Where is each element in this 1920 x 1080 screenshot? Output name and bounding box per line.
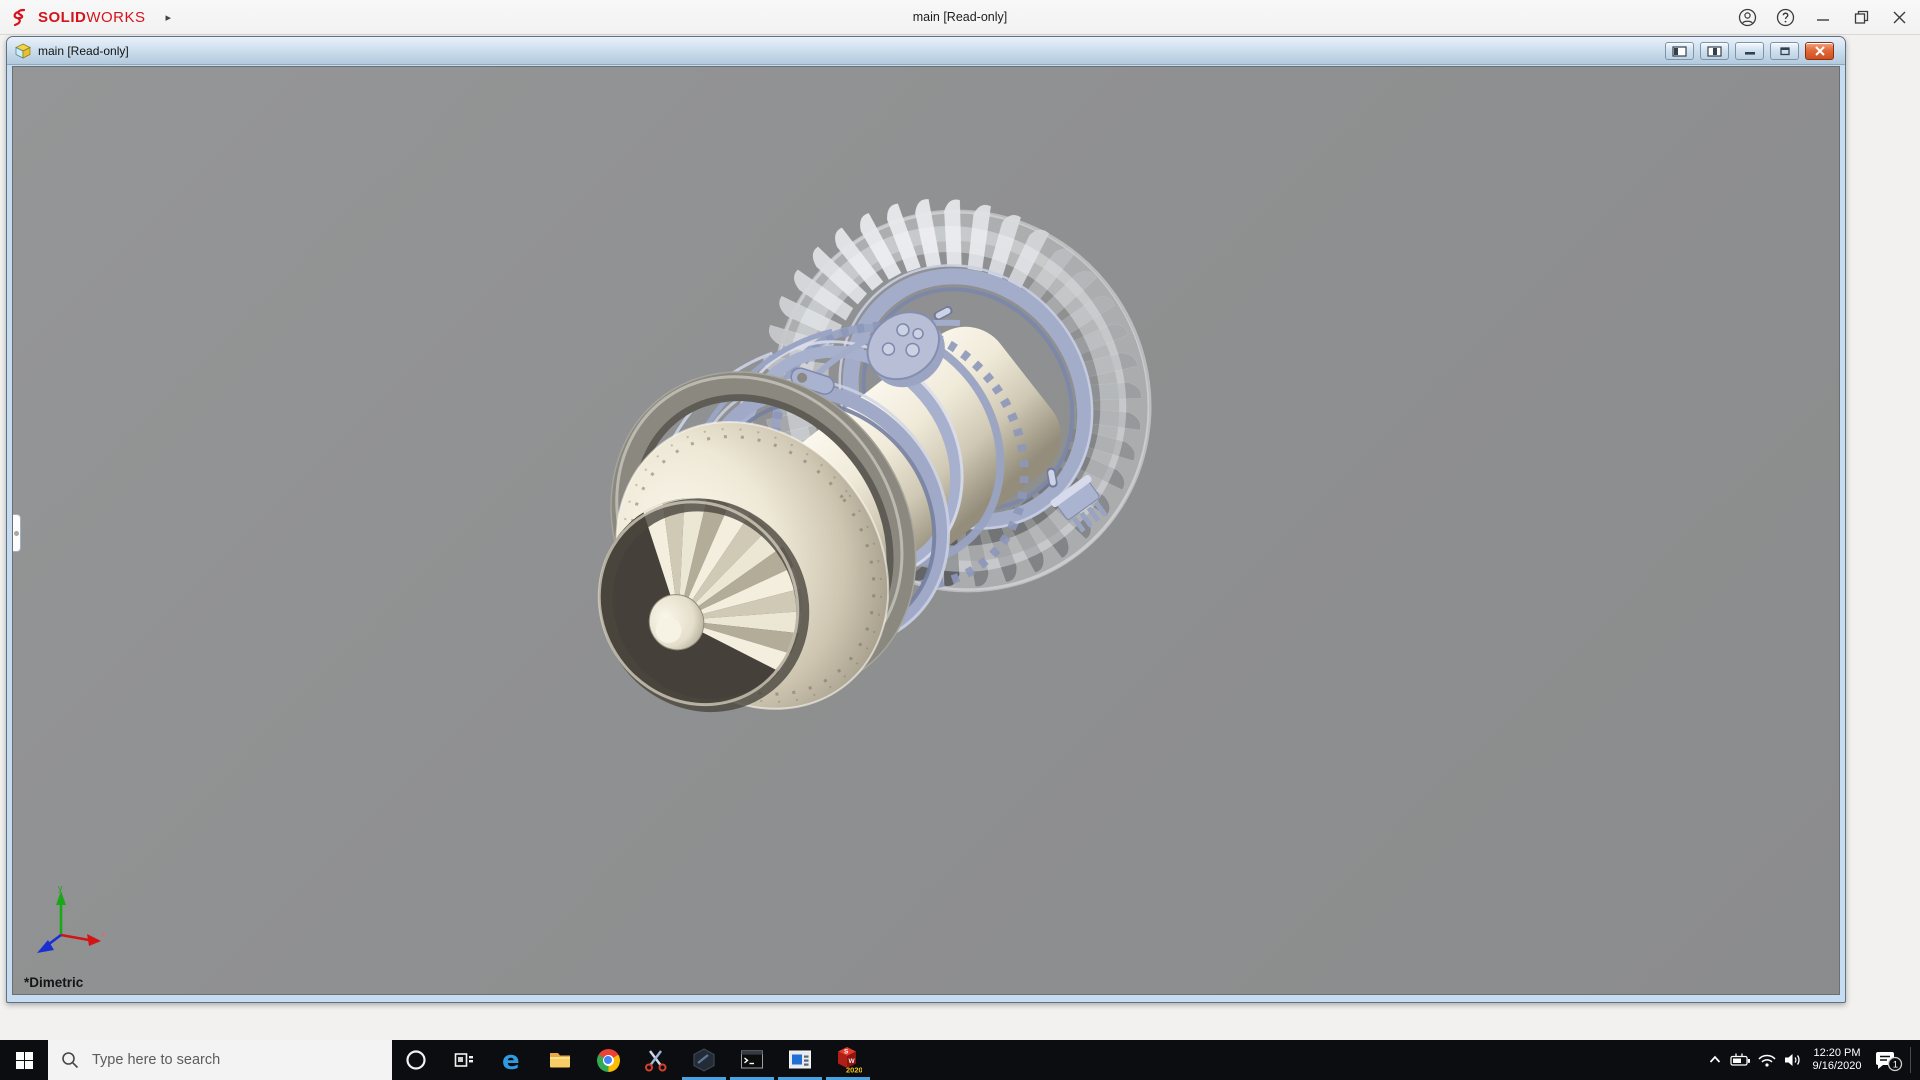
windows-logo-icon [15,1051,33,1069]
doc-close-icon [1814,46,1825,56]
notification-badge: 1 [1893,1060,1898,1071]
tray-volume-button[interactable] [1780,1040,1806,1080]
pane-left-button[interactable] [1665,42,1694,60]
tray-clock[interactable]: 12:20 PM 9/16/2020 [1806,1047,1868,1073]
app-title-bar: SOLIDWORKS ▸ main [Read-only] [0,0,1920,35]
chevron-up-icon [1709,1055,1720,1063]
task-view-icon [454,1053,473,1067]
taskbar-item-snipping-tool[interactable] [632,1040,680,1080]
windows-taskbar: e [0,1040,1920,1080]
restore-icon [1854,10,1868,24]
doc-close-button[interactable] [1805,42,1834,60]
assembly-document-icon [15,43,31,59]
taskbar-item-command-prompt[interactable] [728,1040,776,1080]
show-desktop-button[interactable] [1913,1040,1920,1080]
search-input[interactable] [90,1051,360,1069]
taskbar-item-file-explorer[interactable] [536,1040,584,1080]
taskbar-item-chrome[interactable] [584,1040,632,1080]
jet-engine-model [597,198,1152,713]
edge-glyph: e [502,1046,520,1074]
tray-battery-button[interactable] [1728,1040,1754,1080]
clock-date: 9/16/2020 [1812,1060,1862,1072]
tray-network-button[interactable] [1754,1040,1780,1080]
app-restore-button[interactable] [1842,0,1880,35]
notification-icon: 1 [1876,1052,1903,1072]
menu-expand-arrow[interactable]: ▸ [166,11,172,24]
brand-wordmark: SOLIDWORKS [38,9,146,26]
taskbar-item-cortana[interactable] [392,1040,440,1080]
pane-left-icon [1672,45,1687,57]
command-prompt-icon [741,1050,763,1069]
sw-letter-w: W [849,1058,856,1065]
account-button[interactable] [1728,0,1766,35]
help-button[interactable] [1766,0,1804,35]
pane-right-button[interactable] [1700,42,1729,60]
taskbar-item-task-view[interactable] [440,1040,488,1080]
taskbar-item-system-window[interactable] [776,1040,824,1080]
triad-y-label: y [58,883,63,893]
solidworks-taskbar-icon: S W 2020 [838,1047,862,1075]
system-window-icon [789,1050,811,1069]
clock-time: 12:20 PM [1813,1047,1861,1059]
file-explorer-icon [550,1053,570,1068]
doc-restore-button[interactable] [1770,42,1799,60]
close-icon [1893,11,1905,24]
system-tray: 12:20 PM 9/16/2020 1 [1701,1040,1920,1080]
doc-restore-icon [1779,47,1790,56]
pane-right-icon [1707,45,1722,57]
app-close-button[interactable] [1880,0,1918,35]
hexagon-app-icon [693,1048,715,1072]
minimize-icon [1817,18,1829,21]
doc-minimize-button[interactable] [1735,42,1764,60]
feature-pane-splitter-tab[interactable] [13,514,21,552]
taskbar-item-solidworks[interactable]: S W 2020 [824,1040,872,1080]
app-minimize-button[interactable] [1804,0,1842,35]
solidworks-brand: SOLIDWORKS ▸ [10,0,171,35]
start-button[interactable] [0,1040,48,1080]
sw-year: 2020 [846,1066,862,1075]
viewport-3d[interactable]: y x *Dimetric [12,66,1840,995]
taskbar-search[interactable] [48,1040,392,1080]
tray-overflow-button[interactable] [1701,1040,1728,1080]
orientation-triad: y x [37,883,106,953]
wifi-icon [1758,1054,1776,1067]
speaker-icon [1785,1054,1800,1066]
account-icon [1738,8,1756,27]
document-window: main [Read-only] y x *Dimetric [6,36,1846,1003]
search-icon [62,1052,79,1069]
app-window-title: main [Read-only] [912,10,1008,24]
triad-x-label: x [101,929,106,939]
sw-letter-s: S [844,1049,849,1056]
action-center-button[interactable]: 1 [1868,1040,1908,1080]
snipping-tool-icon [645,1050,667,1072]
cortana-icon [406,1050,426,1070]
document-title: main [Read-only] [38,43,129,58]
brand-solid: SOLID [38,9,87,26]
document-title-bar[interactable]: main [Read-only] [7,37,1845,65]
taskbar-item-edge[interactable]: e [488,1040,536,1080]
view-orientation-label: *Dimetric [24,975,84,990]
tray-separator [1910,1047,1911,1073]
edge-icon: e [502,1046,520,1074]
doc-minimize-icon [1744,52,1755,55]
chrome-icon [596,1048,620,1072]
solidworks-logo-icon [13,8,26,26]
taskbar-item-hexagon-app[interactable] [680,1040,728,1080]
help-icon [1776,8,1794,27]
splitter-dot-icon [14,531,19,536]
battery-icon [1730,1053,1750,1066]
brand-works: WORKS [86,9,146,26]
